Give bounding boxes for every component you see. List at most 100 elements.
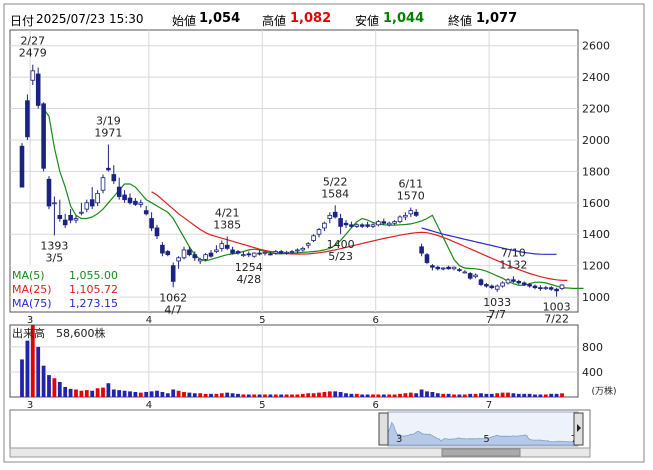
volume-bar	[360, 394, 365, 397]
candle-body	[376, 221, 381, 226]
candle	[35, 67, 41, 109]
volume-bar	[95, 388, 100, 397]
volume-label: 出来高	[12, 326, 45, 340]
volume-tick-label: 400	[582, 366, 603, 379]
ma-legend-label: MA(75)	[12, 297, 52, 310]
x-tick-label: 4	[146, 315, 152, 326]
candle-body	[408, 210, 414, 215]
volume-bar	[155, 390, 159, 397]
x-tick-label: 6	[373, 400, 379, 411]
y-tick-label: 1200	[582, 260, 610, 273]
candle-body	[494, 285, 500, 290]
candle-body	[332, 211, 338, 218]
volume-bar	[554, 393, 559, 397]
volume-bar	[101, 387, 105, 397]
volume-bar	[209, 393, 213, 397]
volume-bar	[560, 393, 564, 397]
candle-body	[516, 280, 522, 284]
candle-body	[386, 222, 392, 226]
candle-body	[521, 282, 527, 285]
volume-bar	[182, 391, 186, 397]
candle-body	[392, 221, 397, 224]
volume-bar	[462, 394, 467, 397]
ma-legend-label: MA(5)	[12, 269, 45, 282]
volume-bar	[441, 393, 446, 397]
ma-legend-value: 1,105.72	[69, 283, 118, 296]
volume-bar	[527, 393, 532, 397]
volume-bar	[160, 391, 165, 397]
annotation-value: 1385	[213, 219, 241, 232]
x-tick-label: 4	[146, 400, 152, 411]
candle-body	[176, 257, 181, 262]
volume-bar	[387, 394, 392, 397]
candle-body	[467, 273, 473, 279]
candle-body	[527, 284, 532, 287]
volume-bar	[306, 393, 311, 397]
volume-bar	[398, 393, 402, 397]
volume-bar	[219, 393, 224, 397]
annotation-date: 5/23	[328, 250, 353, 263]
y-tick-label: 2600	[582, 40, 610, 53]
volume-bar	[284, 394, 289, 397]
volume-bar	[203, 393, 208, 397]
volume-bar	[279, 394, 284, 397]
candle-body	[111, 174, 117, 182]
candle-body	[305, 243, 311, 246]
volume-bar	[479, 393, 483, 397]
candle-body	[116, 186, 122, 197]
volume-bar	[430, 391, 435, 397]
volume-bar	[165, 393, 170, 397]
candle	[100, 174, 106, 194]
candle-body	[446, 266, 451, 270]
candle-body	[338, 218, 343, 227]
candle-body	[41, 103, 46, 169]
volume-bar	[290, 394, 294, 397]
candle-body	[62, 219, 68, 226]
volume-bar	[138, 392, 143, 397]
volume-bar	[549, 393, 554, 397]
volume-bar	[419, 389, 424, 397]
volume-bar	[344, 393, 348, 397]
candle	[311, 234, 316, 243]
candle-body	[257, 252, 262, 255]
ma-legend-value: 1,055.00	[69, 269, 118, 282]
volume-unit: (万株)	[591, 385, 616, 397]
candle-body	[473, 274, 478, 278]
volume-bar	[57, 381, 62, 397]
navigator-scroll-thumb[interactable]	[441, 448, 521, 457]
candle-body	[500, 282, 505, 287]
candle-body	[484, 284, 489, 287]
candle-body	[235, 251, 241, 254]
candle-body	[138, 202, 144, 205]
volume-bar	[263, 394, 267, 397]
candle-body	[365, 224, 370, 227]
volume-bar	[111, 389, 116, 397]
candle-body	[214, 249, 219, 252]
candle-body	[397, 216, 403, 223]
volume-bar	[273, 394, 278, 397]
x-tick-label: 7	[486, 400, 492, 411]
navigator-left-handle[interactable]	[378, 412, 389, 446]
annotation-value: 1584	[321, 187, 349, 200]
x-tick-label: 3	[27, 315, 33, 326]
volume-bar	[128, 391, 132, 397]
candle-body	[143, 210, 149, 215]
candle-body	[559, 284, 565, 289]
volume-bar	[495, 393, 500, 397]
candle-body	[511, 279, 516, 282]
candle	[424, 253, 430, 265]
volume-bar	[257, 394, 262, 397]
volume-bar	[408, 392, 413, 397]
stock-chart: 1000 1200 1400 1600 1800 2000 2200 2400 2600 3 3 4 4…	[3, 3, 645, 463]
candle-body	[435, 266, 441, 270]
volume-bar	[192, 393, 197, 397]
volume-bar	[74, 389, 78, 397]
volume-bar	[414, 393, 419, 397]
candle-body	[122, 194, 127, 201]
annotation-date: 3/5	[46, 251, 64, 264]
candle-body	[149, 218, 154, 229]
candle-body	[160, 244, 165, 254]
candle-body	[208, 252, 214, 257]
volume-value: 58,600株	[56, 326, 106, 340]
candle-body	[154, 227, 160, 237]
